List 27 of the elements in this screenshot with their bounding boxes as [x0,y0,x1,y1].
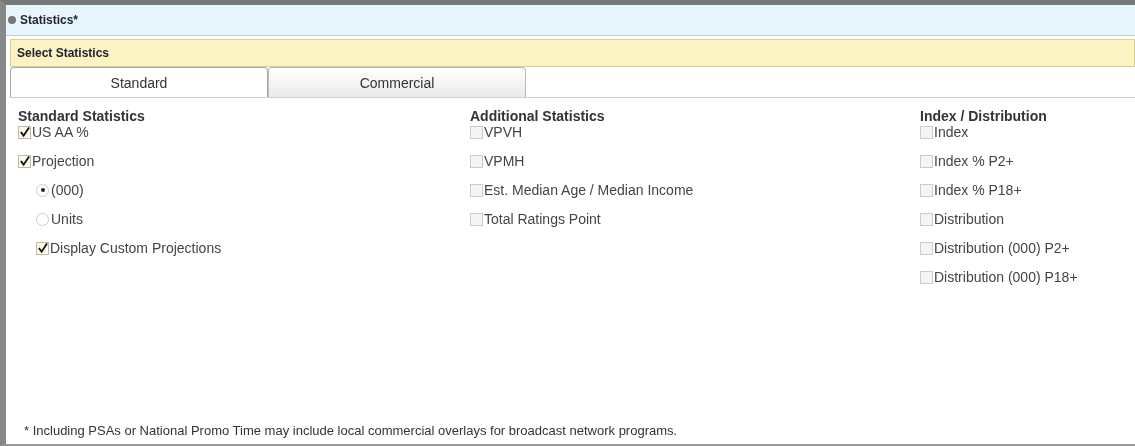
option-label: Display Custom Projections [50,240,222,256]
option-label: Index % P18+ [934,182,1022,198]
option-label: Distribution [934,211,1005,227]
column-heading: Additional Statistics [470,108,605,124]
option-label: Units [51,211,83,227]
option-label: Distribution (000) P2+ [934,240,1070,256]
window-title: Statistics* [20,13,79,27]
option-label: Index % P2+ [934,153,1014,169]
column-heading: Standard Statistics [18,108,145,124]
option-label: US AA % [32,124,89,140]
option-label: VPMH [484,153,525,169]
checkbox[interactable] [18,154,31,168]
option-label: VPVH [484,124,523,140]
tab[interactable]: Standard [10,67,268,97]
footnote: * Including PSAs or National Promo Time may include local commercial overlays for broadcast network programs. [24,423,679,438]
column-heading: Index / Distribution [920,108,1047,124]
option-label: Est. Median Age / Median Income [484,182,694,198]
option-label: (000) [51,182,84,198]
tab[interactable]: Commercial [268,67,526,97]
bullet-icon [8,16,16,24]
option-label: Total Ratings Point [484,211,601,227]
option-label: Index [934,124,969,140]
option-label: Distribution (000) P18+ [934,269,1078,285]
checkbox[interactable] [36,241,49,255]
section-title: Select Statistics [17,46,110,60]
option-label: Projection [32,153,95,169]
checkbox[interactable] [18,125,31,139]
